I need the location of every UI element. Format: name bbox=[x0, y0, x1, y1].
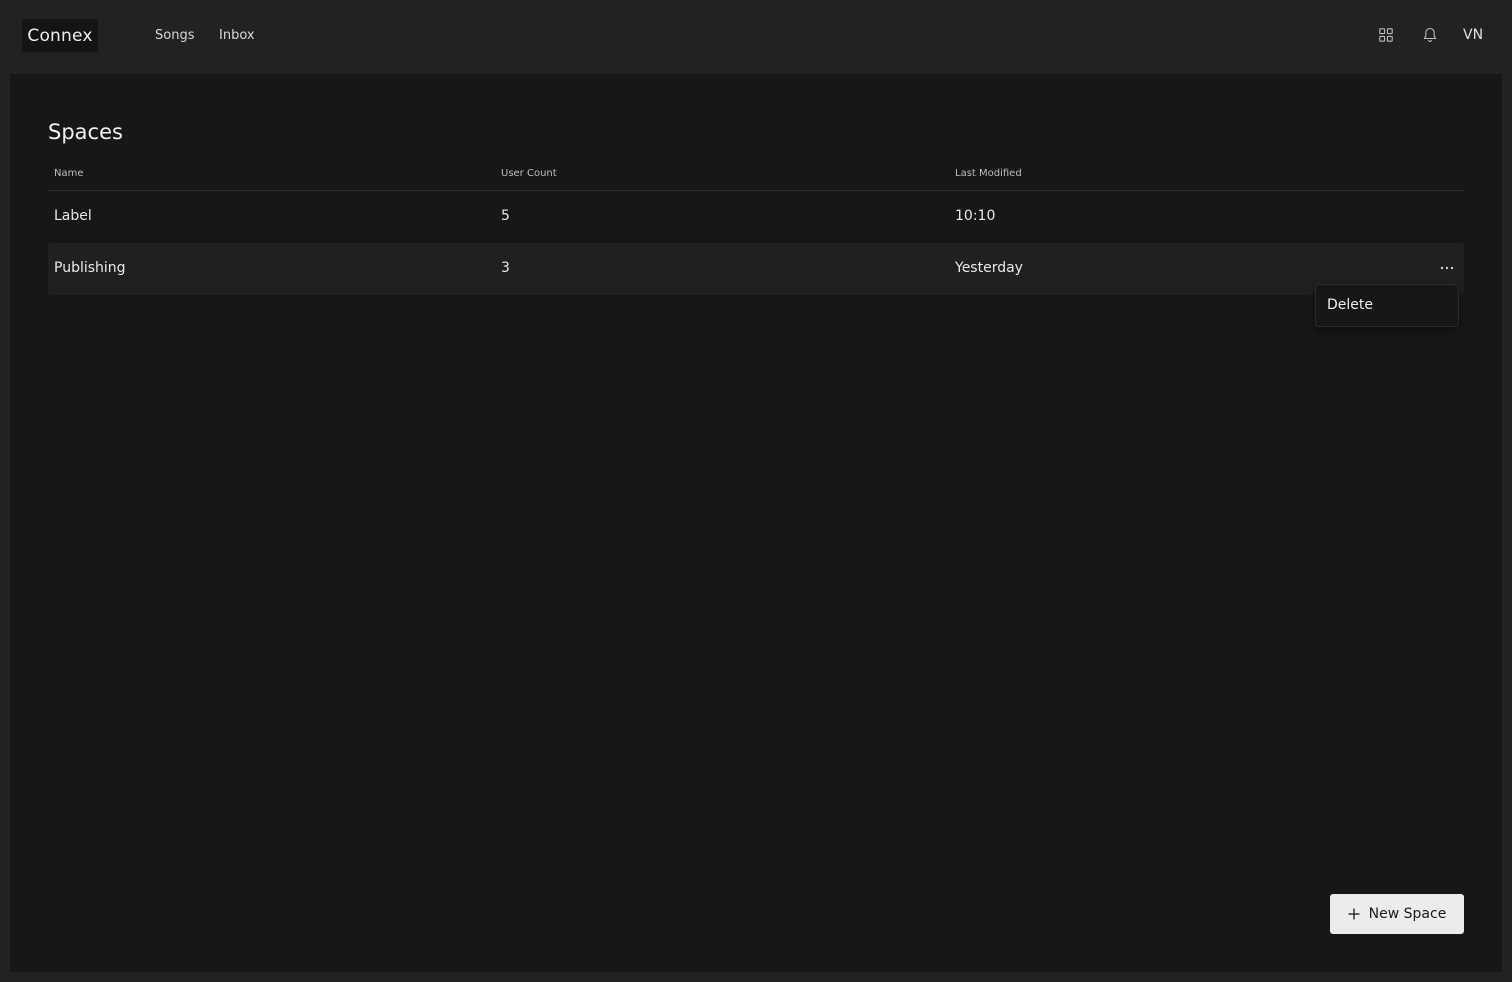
more-horizontal-icon[interactable] bbox=[1438, 259, 1456, 277]
space-name-cell: Publishing bbox=[54, 260, 126, 276]
new-space-button[interactable]: New Space bbox=[1330, 894, 1464, 934]
column-header-user-count[interactable]: User Count bbox=[501, 168, 557, 179]
nav-link-inbox[interactable]: Inbox bbox=[219, 28, 255, 43]
bell-icon[interactable] bbox=[1421, 26, 1439, 44]
column-header-last-modified[interactable]: Last Modified bbox=[955, 168, 1022, 179]
table-row[interactable]: Publishing 3 Yesterday bbox=[48, 243, 1464, 295]
spaces-table: Name User Count Last Modified Label 5 10… bbox=[48, 166, 1464, 295]
table-header: Name User Count Last Modified bbox=[48, 166, 1464, 191]
delete-menu-item[interactable]: Delete bbox=[1327, 297, 1373, 313]
plus-icon bbox=[1348, 908, 1360, 920]
last-modified-cell: Yesterday bbox=[955, 260, 1023, 276]
column-header-name[interactable]: Name bbox=[54, 168, 84, 179]
page-title: Spaces bbox=[48, 120, 123, 144]
app-logo[interactable]: Connex bbox=[22, 19, 98, 52]
row-context-menu: Delete bbox=[1315, 284, 1459, 327]
main-panel: Spaces Name User Count Last Modified Lab… bbox=[10, 74, 1502, 972]
nav-link-songs[interactable]: Songs bbox=[155, 28, 194, 43]
user-avatar[interactable]: VN bbox=[1463, 27, 1483, 43]
user-count-cell: 5 bbox=[501, 208, 510, 224]
space-name-cell: Label bbox=[54, 208, 92, 224]
last-modified-cell: 10:10 bbox=[955, 208, 996, 224]
user-count-cell: 3 bbox=[501, 260, 510, 276]
table-row[interactable]: Label 5 10:10 bbox=[48, 191, 1464, 243]
apps-grid-icon[interactable] bbox=[1377, 26, 1395, 44]
top-bar: Connex Songs Inbox VN bbox=[0, 0, 1512, 72]
new-space-label: New Space bbox=[1368, 906, 1447, 922]
